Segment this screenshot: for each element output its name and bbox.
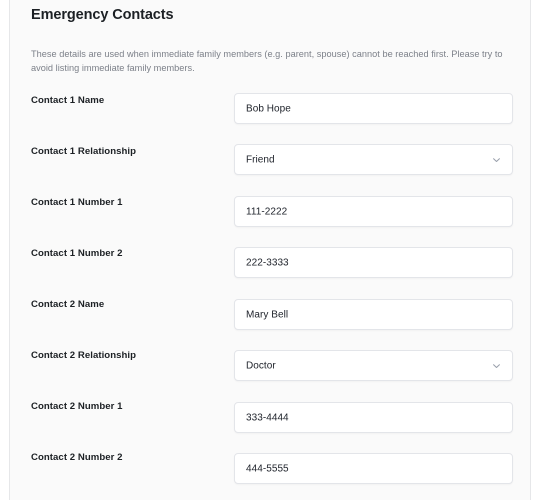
field-row-contact-2-number-1: Contact 2 Number 1 333-4444 [10,395,530,446]
label-contact-1-number-1: Contact 1 Number 1 [31,197,123,208]
contact-2-number-1-input[interactable]: 333-4444 [234,402,513,433]
label-contact-1-number-2: Contact 1 Number 2 [31,248,123,259]
contact-2-number-2-value: 444-5555 [246,463,289,474]
contact-1-name-input[interactable]: Bob Hope [234,93,513,124]
page-root: Emergency Contacts These details are use… [0,0,539,500]
field-row-contact-2-name: Contact 2 Name Mary Bell [10,293,530,344]
page-title: Emergency Contacts [31,7,174,23]
card-description: These details are used when immediate fa… [31,49,503,73]
contact-1-number-1-input[interactable]: 111-2222 [234,196,513,227]
field-row-contact-1-number-2: Contact 1 Number 2 222-3333 [10,242,530,293]
label-contact-2-name: Contact 2 Name [31,299,105,310]
contact-2-relationship-value: Doctor [246,360,276,371]
contact-2-name-value: Mary Bell [246,309,289,320]
label-contact-2-number-1: Contact 2 Number 1 [31,401,123,412]
contact-1-number-2-value: 222-3333 [246,257,289,268]
contact-1-relationship-value: Friend [246,154,275,165]
contact-2-number-1-value: 333-4444 [246,412,289,423]
label-contact-1-name: Contact 1 Name [31,95,105,106]
contact-1-number-2-input[interactable]: 222-3333 [234,247,513,278]
field-row-contact-1-relationship: Contact 1 Relationship Friend [10,140,530,191]
contact-2-name-input[interactable]: Mary Bell [234,299,513,330]
label-contact-1-relationship: Contact 1 Relationship [31,146,137,157]
field-row-contact-2-relationship: Contact 2 Relationship Doctor [10,344,530,395]
label-contact-2-number-2: Contact 2 Number 2 [31,452,123,463]
contact-2-number-2-input[interactable]: 444-5555 [234,453,513,484]
field-row-contact-1-number-1: Contact 1 Number 1 111-2222 [10,191,530,242]
field-row-contact-1-name: Contact 1 Name Bob Hope [10,89,530,140]
contact-1-name-value: Bob Hope [246,103,291,114]
emergency-contacts-card: Emergency Contacts These details are use… [9,0,531,500]
label-contact-2-relationship: Contact 2 Relationship [31,350,137,361]
contact-1-relationship-select[interactable]: Friend [234,144,513,175]
emergency-contacts-form: Contact 1 Name Bob Hope Contact 1 Relati… [10,89,530,497]
chevron-down-icon [491,360,502,371]
chevron-down-icon [491,154,502,165]
contact-1-number-1-value: 111-2222 [246,206,288,217]
field-row-contact-2-number-2: Contact 2 Number 2 444-5555 [10,446,530,497]
contact-2-relationship-select[interactable]: Doctor [234,350,513,381]
